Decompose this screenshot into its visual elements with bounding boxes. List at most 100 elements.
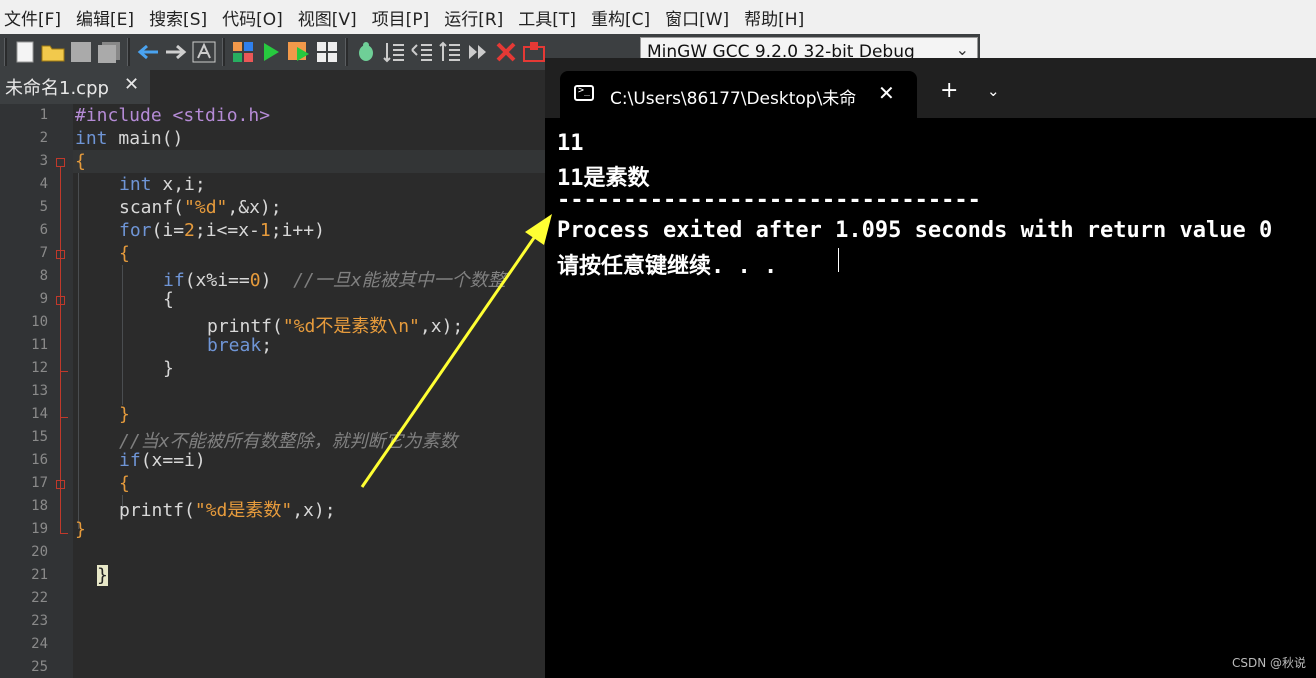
code-editor[interactable]: 1 2 3 4 5 6 7 8 9 10 11 12 13 14 15 16 1… xyxy=(0,104,545,678)
code-line: scanf("%d",&x); xyxy=(119,197,282,218)
menu-edit[interactable]: 编辑[E] xyxy=(72,5,145,30)
console-titlebar: >_ C:\Users\86177\Desktop\未命 ✕ + ⌄ xyxy=(545,58,1316,118)
fold-marker[interactable] xyxy=(56,480,65,489)
fold-marker[interactable] xyxy=(56,250,65,259)
code-token: "%d是素数" xyxy=(194,500,293,521)
code-token: { xyxy=(163,289,174,310)
undo-icon[interactable] xyxy=(135,39,161,65)
compile-icon[interactable] xyxy=(230,39,256,65)
code-token: 1 xyxy=(259,220,271,241)
toolbar-separator xyxy=(127,38,130,66)
code-token: ) xyxy=(260,270,294,291)
menu-search[interactable]: 搜索[S] xyxy=(145,5,218,30)
debug-icon[interactable] xyxy=(353,39,379,65)
save-all-icon[interactable] xyxy=(96,39,122,65)
compile-run-icon[interactable] xyxy=(286,39,312,65)
code-token: (i= xyxy=(151,220,185,241)
code-token: 2 xyxy=(184,220,195,241)
stop-icon[interactable] xyxy=(493,39,519,65)
editor-tab-bar: 未命名1.cpp ✕ xyxy=(0,70,545,104)
console-tab[interactable]: >_ C:\Users\86177\Desktop\未命 ✕ xyxy=(560,71,917,118)
line-number: 20 xyxy=(31,544,48,560)
line-number: 21 xyxy=(31,567,48,583)
chevron-down-icon[interactable]: ⌄ xyxy=(987,82,1000,100)
line-number: 10 xyxy=(31,314,48,330)
code-line: { xyxy=(119,473,130,494)
code-token: ,x); xyxy=(419,316,464,337)
line-number: 23 xyxy=(31,613,48,629)
code-line: } xyxy=(163,358,174,379)
format-icon[interactable] xyxy=(191,39,217,65)
menu-refactor[interactable]: 重构[C] xyxy=(587,5,661,30)
tab-label: 未命名1.cpp xyxy=(5,78,109,99)
code-token: ;i++) xyxy=(270,220,325,241)
menu-window[interactable]: 窗口[W] xyxy=(661,5,740,30)
code-line: int x,i; xyxy=(119,174,206,195)
code-token: { xyxy=(75,151,86,172)
new-tab-button[interactable]: + xyxy=(940,78,958,103)
code-token: break xyxy=(207,335,262,356)
code-line: printf("%d是素数",x); xyxy=(119,496,336,522)
indent-guide xyxy=(78,173,79,529)
code-line: break; xyxy=(207,335,272,356)
line-number: 17 xyxy=(31,475,48,491)
line-number: 7 xyxy=(39,245,48,261)
menu-code[interactable]: 代码[O] xyxy=(218,5,294,30)
code-token: main() xyxy=(107,128,184,149)
save-icon[interactable] xyxy=(68,39,94,65)
code-token: 0 xyxy=(249,270,261,291)
line-number: 3 xyxy=(39,153,48,169)
redo-icon[interactable] xyxy=(163,39,189,65)
code-token: int xyxy=(119,174,152,195)
tab-untitled-cpp[interactable]: 未命名1.cpp ✕ xyxy=(0,70,150,104)
console-output-line: Process exited after 1.095 seconds with … xyxy=(557,218,1273,243)
fold-marker[interactable] xyxy=(56,158,65,167)
code-token: ;i<=x- xyxy=(194,220,260,241)
code-comment: //一旦x能被其中一个数整 xyxy=(293,270,506,291)
menu-file[interactable]: 文件[F] xyxy=(0,5,72,30)
code-token: int xyxy=(75,128,108,149)
toggle-comment-icon[interactable] xyxy=(437,39,463,65)
code-token: x,i; xyxy=(151,174,206,195)
chevron-down-icon: ⌄ xyxy=(955,40,969,59)
line-number: 1 xyxy=(39,107,48,123)
code-token: } xyxy=(75,519,86,540)
menu-tools[interactable]: 工具[T] xyxy=(514,5,587,30)
code-line: int main() xyxy=(75,128,183,149)
new-file-icon[interactable] xyxy=(12,39,38,65)
code-line: if(x%i==0) //一旦x能被其中一个数整 xyxy=(163,266,506,292)
line-gutter: 1 2 3 4 5 6 7 8 9 10 11 12 13 14 15 16 1… xyxy=(0,104,73,678)
step-icon[interactable] xyxy=(465,39,491,65)
open-file-icon[interactable] xyxy=(40,39,66,65)
close-icon[interactable]: ✕ xyxy=(124,74,139,95)
line-number: 4 xyxy=(39,176,48,192)
close-icon[interactable]: ✕ xyxy=(878,81,895,105)
code-token: { xyxy=(119,473,130,494)
menu-help[interactable]: 帮助[H] xyxy=(740,5,815,30)
menu-view[interactable]: 视图[V] xyxy=(294,5,368,30)
line-number: 2 xyxy=(39,130,48,146)
code-line: } xyxy=(119,404,130,425)
code-token: } xyxy=(119,404,130,425)
grid-icon[interactable] xyxy=(314,39,340,65)
text-cursor xyxy=(838,248,839,272)
line-number: 14 xyxy=(31,406,48,422)
fold-end xyxy=(60,417,68,418)
run-icon[interactable] xyxy=(258,39,284,65)
code-token: printf( xyxy=(207,316,283,337)
code-line: for(i=2;i<=x-1;i++) xyxy=(119,220,325,241)
menu-run[interactable]: 运行[R] xyxy=(440,5,514,30)
current-line-highlight xyxy=(73,150,545,173)
console-output-line: -------------------------------- xyxy=(557,188,981,213)
code-line: { xyxy=(163,289,174,310)
indent-icon[interactable] xyxy=(381,39,407,65)
indent-guide xyxy=(122,265,123,405)
line-number: 19 xyxy=(31,521,48,537)
console-window: >_ C:\Users\86177\Desktop\未命 ✕ + ⌄ 11 11… xyxy=(545,58,1316,678)
menu-project[interactable]: 项目[P] xyxy=(368,5,441,30)
fold-marker[interactable] xyxy=(56,296,65,305)
console-output-line: 11 xyxy=(557,131,584,156)
unindent-icon[interactable] xyxy=(409,39,435,65)
profile-icon[interactable] xyxy=(521,39,547,65)
code-line: if(x==i) xyxy=(119,450,206,471)
